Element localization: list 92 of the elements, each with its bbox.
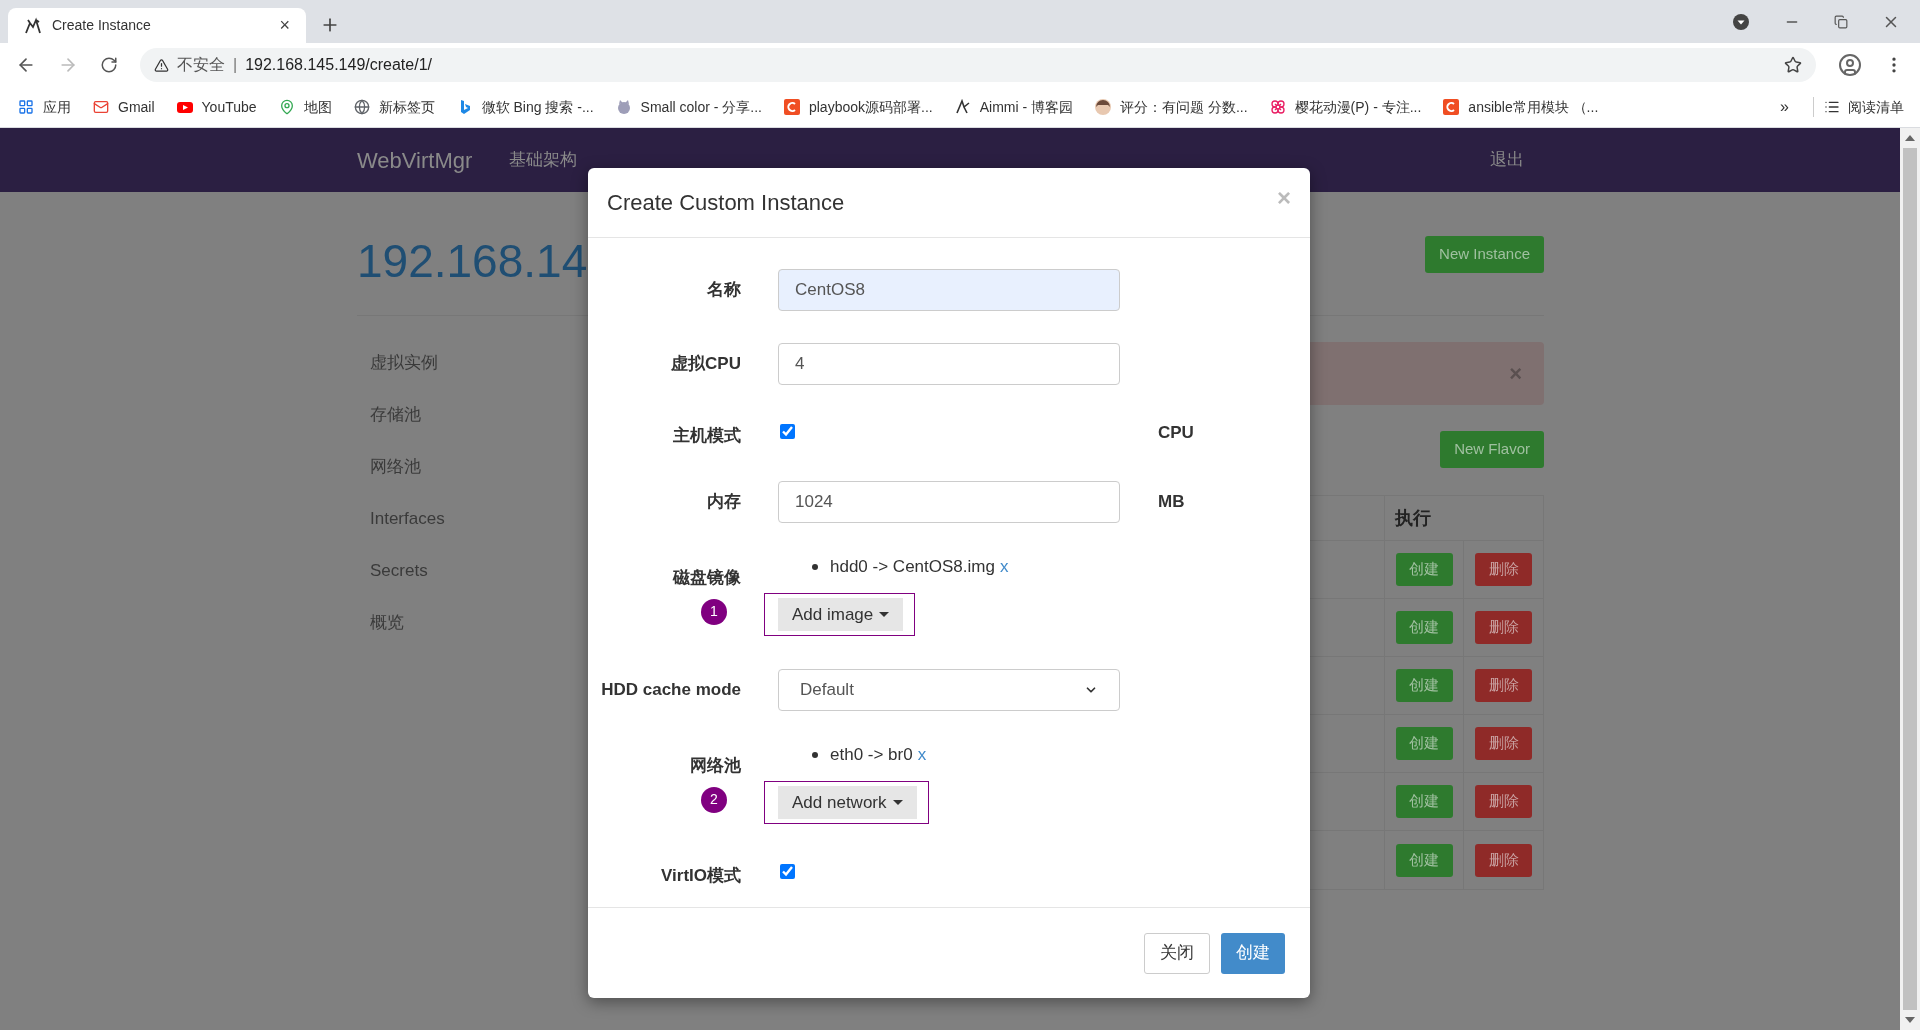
field-label: 磁盘镜像 [673, 568, 741, 587]
bookmark-link[interactable]: Gmail [93, 96, 155, 118]
profile-menu-icon[interactable] [1732, 12, 1750, 31]
dropdown-button[interactable]: Add image [778, 598, 904, 631]
unit-label: MB [1158, 491, 1185, 514]
apps-grid-icon [18, 99, 34, 115]
create-button[interactable]: 创建 [1395, 611, 1453, 644]
select-field[interactable]: Default [778, 669, 1120, 711]
address-bar[interactable]: 不安全 | 192.168.145.149/create/1/ [140, 48, 1816, 82]
unit-label: CPU [1158, 422, 1194, 445]
delete-button[interactable]: 删除 [1475, 553, 1532, 586]
bookmark-link[interactable]: YouTube [176, 96, 257, 118]
remove-link[interactable]: x [999, 554, 1009, 580]
create-button[interactable]: 创建 [1221, 932, 1285, 974]
bookmark-link[interactable]: Aimmi - 博客园 [954, 96, 1073, 118]
column-header: 执行 [1394, 506, 1432, 530]
more-bookmarks-button[interactable]: » [1780, 95, 1789, 119]
new-instance-button[interactable]: New Instance [1425, 236, 1544, 273]
security-label: 不安全 [177, 55, 225, 75]
square-logo-icon [783, 99, 800, 115]
new-flavor-button[interactable]: New Flavor [1440, 431, 1544, 468]
bookmark-link[interactable]: playbook源码部署... [783, 96, 933, 118]
warning-icon [154, 57, 169, 73]
dropdown-button[interactable]: Add network [778, 786, 917, 819]
page-heading: 192.168.14 [357, 234, 588, 289]
bookmark-link[interactable]: ansible常用模块 （... [1443, 96, 1599, 118]
step-marker: 2 [701, 786, 727, 813]
bookmark-link[interactable]: Small color - 分享... [615, 96, 762, 118]
globe-icon [353, 99, 370, 115]
caret-icon [892, 800, 903, 805]
reading-list-link[interactable]: 阅读清单 [1824, 96, 1904, 118]
close-button[interactable]: 关闭 [1144, 932, 1210, 974]
modal-title: Create Custom Instance [607, 189, 845, 217]
bookmark-link[interactable]: 樱花动漫(P) - 专注... [1269, 96, 1422, 118]
field-label: 名称 [707, 279, 741, 302]
checkbox[interactable] [780, 423, 795, 439]
delete-button[interactable]: 删除 [1475, 843, 1532, 877]
bookmark-link[interactable]: 应用 [18, 96, 71, 118]
create-button[interactable]: 创建 [1395, 843, 1453, 877]
avatar-icon [1095, 99, 1111, 115]
play-icon [176, 99, 193, 115]
delete-button[interactable]: 删除 [1475, 611, 1532, 644]
field-label: 主机模式 [673, 425, 741, 448]
tab-title: Create Instance [52, 16, 152, 35]
scroll-down-icon[interactable] [1905, 1016, 1915, 1024]
step-marker: 1 [701, 598, 727, 625]
caret-icon [879, 612, 890, 617]
create-button[interactable]: 创建 [1395, 553, 1453, 586]
delete-button[interactable]: 删除 [1475, 669, 1532, 702]
field-label: HDD cache mode [601, 679, 741, 702]
list-icon [1824, 99, 1840, 115]
scroll-up-icon[interactable] [1905, 134, 1915, 142]
field-label: 虚拟CPU [671, 353, 741, 376]
delete-button[interactable]: 删除 [1475, 727, 1532, 760]
square-logo-icon [1443, 99, 1460, 115]
bookmark-link[interactable]: 微软 Bing 搜索 -... [456, 96, 594, 118]
create-button[interactable]: 创建 [1395, 669, 1453, 702]
logout-link[interactable]: 退出 [1490, 147, 1524, 173]
envelope-icon [93, 99, 109, 115]
list-item-text: hdd0 -> CentOS8.img [830, 556, 995, 579]
brand-link[interactable]: WebVirtMgr [357, 143, 473, 177]
list-bullet [812, 752, 818, 758]
create-button[interactable]: 创建 [1395, 785, 1453, 818]
scrollbar-thumb[interactable] [1903, 148, 1917, 1010]
list-bullet [812, 564, 818, 570]
flower-icon [1269, 99, 1286, 115]
nav-link[interactable]: 基础架构 [509, 147, 578, 173]
field-label: VirtIO模式 [661, 865, 741, 888]
bookmark-star-icon[interactable] [1784, 56, 1802, 74]
field-label: 内存 [707, 491, 741, 514]
tab-close-button[interactable]: × [279, 12, 290, 39]
restore-icon[interactable] [1834, 14, 1848, 29]
text-input[interactable]: 4 [778, 343, 1120, 385]
browser-tab[interactable]: Create Instance × [8, 8, 306, 43]
field-label: 网络池 [690, 756, 741, 775]
bookmark-link[interactable]: 新标签页 [353, 96, 435, 118]
map-pin-icon [278, 99, 295, 115]
avatar-icon[interactable] [1838, 53, 1862, 77]
bookmark-link[interactable]: 地图 [278, 96, 332, 118]
scrollbar[interactable] [1900, 128, 1920, 1030]
url-text: 192.168.145.149/create/1/ [245, 55, 433, 75]
remove-link[interactable]: x [917, 742, 927, 768]
separator-text: | [233, 55, 238, 75]
text-input[interactable]: 1024 [778, 481, 1120, 523]
list-item-text: eth0 -> br0 [830, 744, 913, 767]
checkbox[interactable] [780, 863, 795, 879]
reload-icon[interactable] [100, 56, 118, 74]
delete-button[interactable]: 删除 [1475, 785, 1532, 818]
create-button[interactable]: 创建 [1395, 727, 1453, 760]
text-input[interactable]: CentOS8 [778, 269, 1120, 311]
bookmark-link[interactable]: 评分：有问题 分数... [1095, 96, 1248, 118]
tab-favicon-icon [24, 16, 42, 35]
